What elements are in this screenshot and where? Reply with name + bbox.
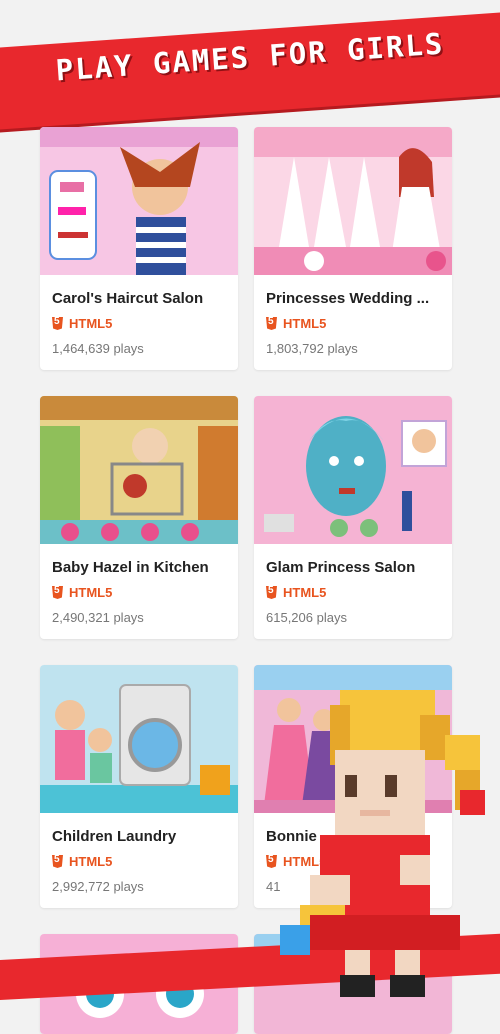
html5-icon (52, 586, 63, 599)
html5-icon (266, 317, 277, 330)
tech-badge: HTML5 (266, 316, 326, 331)
game-card[interactable]: Glam Princess Salon HTML5 615,206 plays (254, 396, 452, 639)
game-card[interactable]: Children Laundry HTML5 2,992,772 plays (40, 665, 238, 908)
game-thumbnail[interactable] (254, 127, 452, 275)
tech-badge: HTML5 (52, 316, 112, 331)
play-count: 1,803,792 plays (266, 341, 358, 356)
html5-icon (52, 317, 63, 330)
play-count: 2,992,772 plays (52, 879, 144, 894)
game-title[interactable]: Baby Hazel in Kitchen (52, 559, 230, 576)
html5-icon (52, 855, 63, 868)
game-thumbnail[interactable] (254, 396, 452, 544)
game-card[interactable]: Carol's Haircut Salon HTML5 1,464,639 pl… (40, 127, 238, 370)
game-title[interactable]: Children Laundry (52, 828, 230, 845)
game-card[interactable]: Baby Hazel in Kitchen HTML5 2,490,321 pl… (40, 396, 238, 639)
tech-badge: HTML5 (266, 585, 326, 600)
game-title[interactable]: Carol's Haircut Salon (52, 290, 230, 307)
play-count: 1,464,639 plays (52, 341, 144, 356)
voxel-mascot-illustration (280, 690, 485, 997)
tech-badge: HTML5 (52, 585, 112, 600)
game-card[interactable]: Princesses Wedding ... HTML5 1,803,792 p… (254, 127, 452, 370)
play-count: 2,490,321 plays (52, 610, 144, 625)
play-count: 615,206 plays (266, 610, 347, 625)
html5-icon (266, 586, 277, 599)
game-title[interactable]: Glam Princess Salon (266, 559, 444, 576)
game-thumbnail[interactable] (40, 396, 238, 544)
tech-badge: HTML5 (52, 854, 112, 869)
game-thumbnail[interactable] (40, 127, 238, 275)
game-title[interactable]: Princesses Wedding ... (266, 290, 444, 307)
game-thumbnail[interactable] (40, 665, 238, 813)
